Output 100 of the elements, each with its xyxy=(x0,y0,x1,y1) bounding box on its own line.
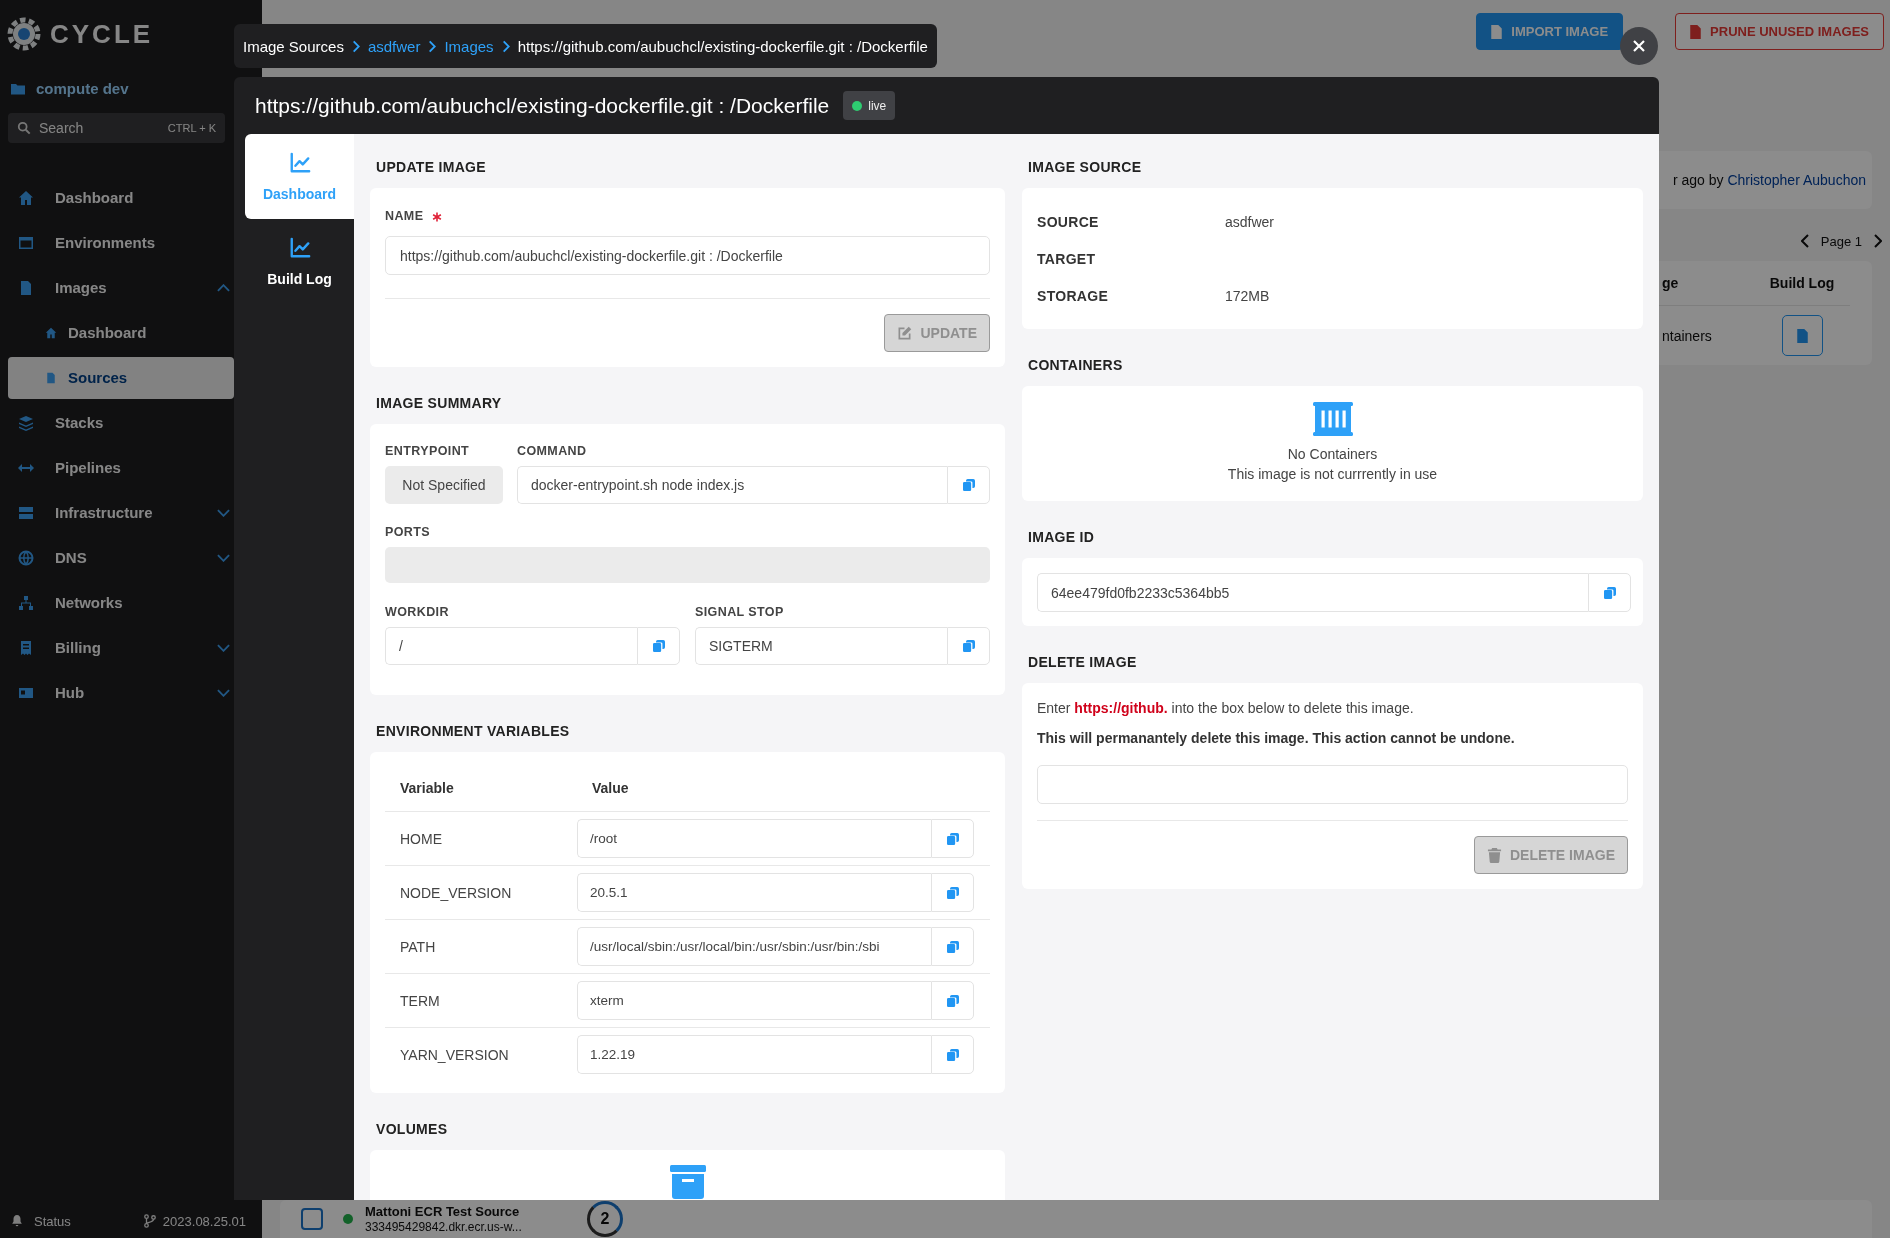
source-address: 333495429842.dkr.ecr.us-w... xyxy=(365,1219,523,1234)
nav-item[interactable]: Infrastructure xyxy=(8,490,234,535)
chevron-right-icon[interactable] xyxy=(1874,234,1882,248)
section-heading: ENVIRONMENT VARIABLES xyxy=(375,722,571,740)
nav-item[interactable]: Sources xyxy=(8,356,234,399)
name-field[interactable]: https://github.com/aubuchcl/existing-dockerfile.git : /Dockerfile xyxy=(385,236,990,275)
nav-item[interactable]: DNS xyxy=(8,535,234,580)
signal-stop-field[interactable]: SIGTERM xyxy=(695,627,947,665)
chevron-right-icon xyxy=(351,39,360,53)
nav-item[interactable]: Hub xyxy=(8,670,234,715)
status-link[interactable]: Status xyxy=(10,1213,71,1229)
section-heading: IMAGE SOURCE xyxy=(1027,158,1143,176)
shipping-container-icon xyxy=(1312,402,1353,436)
copy-icon xyxy=(946,940,959,953)
archive-box-icon xyxy=(669,1165,706,1199)
breadcrumb-link[interactable]: Images xyxy=(444,37,494,55)
status-dot-icon xyxy=(852,100,863,111)
nav-item[interactable]: Images xyxy=(8,265,234,310)
file-icon xyxy=(1491,24,1503,39)
nav-item[interactable]: Pipelines xyxy=(8,445,234,490)
section-heading: IMAGE SUMMARY xyxy=(375,394,503,412)
hub-link[interactable]: compute dev xyxy=(10,80,129,97)
command-field[interactable]: docker-entrypoint.sh node index.js xyxy=(517,466,947,504)
value-field[interactable]: /usr/local/sbin:/usr/local/bin:/usr/sbin:/usr/bin:/sbi xyxy=(577,927,931,966)
copy-button[interactable] xyxy=(637,627,680,665)
column-header: Value xyxy=(591,780,630,796)
copy-button[interactable] xyxy=(931,1035,974,1074)
activity-text: r ago by Christopher Aubuchon xyxy=(1672,172,1866,188)
nav-item[interactable]: Networks xyxy=(8,580,234,625)
breadcrumb-link[interactable]: asdfwer xyxy=(367,37,421,55)
table-cell-text: NODE_VERSION xyxy=(399,884,513,901)
value-field[interactable]: /root xyxy=(577,819,931,858)
copy-icon xyxy=(962,479,975,491)
value-field[interactable]: 1.22.19 xyxy=(577,1035,931,1074)
copy-icon xyxy=(946,832,959,845)
empty-message: This image is not currrently in use xyxy=(1227,465,1438,484)
warning-text: This will permanantely delete this image. This action cannot be undone. xyxy=(1037,729,1516,748)
section-heading: CONTAINERS xyxy=(1027,356,1124,374)
copy-icon xyxy=(652,640,665,652)
chevron-right-icon xyxy=(501,39,510,53)
field-label: PORTS xyxy=(385,525,432,540)
edit-icon xyxy=(897,325,913,341)
copy-button[interactable] xyxy=(931,873,974,912)
confirm-field[interactable] xyxy=(1037,765,1628,804)
copy-button[interactable] xyxy=(931,927,974,966)
page-label: Page 1 xyxy=(1820,233,1862,249)
info-value: 172MB xyxy=(1225,287,1271,304)
table-cell-text: PATH xyxy=(399,938,437,955)
copy-icon xyxy=(962,640,975,652)
row-checkbox[interactable] xyxy=(301,1208,323,1230)
version-label: 2023.08.25.01 xyxy=(162,1213,246,1229)
field-label: ENTRYPOINT xyxy=(385,444,471,459)
copy-icon xyxy=(1603,586,1616,599)
nav-item[interactable]: Dashboard xyxy=(8,175,234,220)
field-label: WORKDIR xyxy=(385,605,450,620)
value-field[interactable]: 20.5.1 xyxy=(577,873,931,912)
nav-item[interactable]: Billing xyxy=(8,625,234,670)
info-label: STORAGE xyxy=(1037,287,1110,304)
workdir-field[interactable]: / xyxy=(385,627,637,665)
file-icon xyxy=(18,279,34,296)
gear-icon xyxy=(6,16,42,52)
source-row[interactable]: Mattoni ECR Test Source 333495429842.dkr.ecr.us-w... 2 xyxy=(280,1200,1872,1238)
breadcrumb-current: https://github.com/aubuchcl/existing-dockerfile.git : /Dockerfile xyxy=(517,37,928,55)
section-heading: VOLUMES xyxy=(375,1120,449,1138)
trash-icon xyxy=(1487,847,1502,863)
status-dot-icon xyxy=(343,1214,353,1224)
logo-text: CYCLE xyxy=(50,18,154,50)
section-heading: IMAGE ID xyxy=(1027,528,1096,546)
copy-button[interactable] xyxy=(931,981,974,1020)
author-link[interactable]: Christopher Aubuchon xyxy=(1727,172,1866,188)
source-name: Mattoni ECR Test Source xyxy=(365,1204,521,1220)
empty-title: No Containers xyxy=(1287,445,1378,464)
copy-button[interactable] xyxy=(931,819,974,858)
nav-item[interactable]: Dashboard xyxy=(8,310,234,355)
close-icon xyxy=(1633,40,1645,52)
image-id-field[interactable]: 64ee479fd0fb2233c5364bb5 xyxy=(1037,573,1588,612)
branch-icon xyxy=(142,1214,157,1228)
value-field[interactable]: xterm xyxy=(577,981,931,1020)
receipt-icon xyxy=(18,639,34,656)
copy-button[interactable] xyxy=(1588,573,1631,612)
build-log-button[interactable] xyxy=(1781,315,1823,356)
bell-icon xyxy=(10,1214,24,1228)
column-header: Variable xyxy=(399,780,455,796)
table-cell-text: ntainers xyxy=(1662,327,1713,344)
prune-images-button[interactable]: PRUNE UNUSED IMAGES xyxy=(1675,13,1884,50)
copy-button[interactable] xyxy=(947,627,990,665)
tab[interactable]: Dashboard xyxy=(245,134,354,219)
search-icon xyxy=(17,121,31,135)
field-label: SIGNAL STOP xyxy=(695,605,785,620)
breadcrumb-link[interactable]: Image Sources xyxy=(243,37,344,55)
section-heading: DELETE IMAGE xyxy=(1027,653,1138,671)
line-chart-icon xyxy=(288,151,311,174)
nav-item[interactable]: Environments xyxy=(8,220,234,265)
info-label: TARGET xyxy=(1037,250,1097,267)
nav-item[interactable]: Stacks xyxy=(8,400,234,445)
field-label: NAME xyxy=(385,209,424,224)
tab[interactable]: Build Log xyxy=(245,219,354,304)
chevron-left-icon[interactable] xyxy=(1800,234,1809,248)
delete-instructions: Enter https://github. into the box below to delete this image. xyxy=(1037,699,1415,718)
copy-button[interactable] xyxy=(947,466,990,504)
